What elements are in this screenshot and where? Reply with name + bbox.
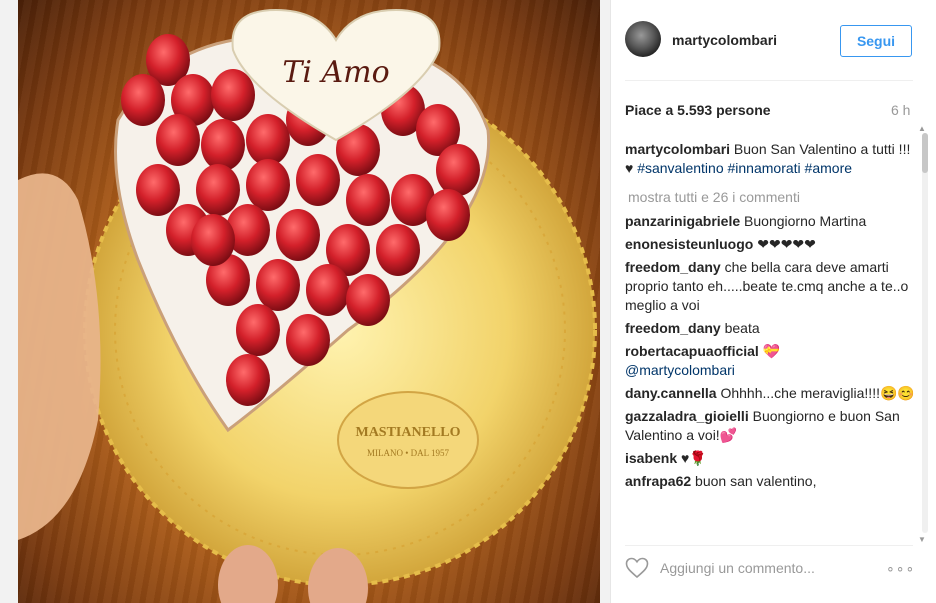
scroll-up-arrow-icon[interactable]: ▲ (918, 124, 926, 133)
avatar[interactable] (625, 21, 661, 57)
likes-count[interactable]: Piace a 5.593 persone (625, 102, 771, 118)
comment-item: panzarinigabriele Buongiorno Martina (625, 212, 915, 231)
footer-divider (625, 545, 913, 546)
comment-username[interactable]: isabenk (625, 450, 677, 466)
comment-item: gazzaladra_gioielli Buongiorno e buon Sa… (625, 407, 915, 445)
strawberry (196, 164, 240, 216)
strawberry (256, 259, 300, 311)
mention-link[interactable]: @martycolombari (625, 362, 735, 378)
scrollbar-thumb[interactable] (922, 133, 928, 173)
topper-text: Ti Amo (282, 55, 389, 90)
comment-item: robertacapuaofficial 💝 @martycolombari (625, 342, 915, 380)
comment-text: buon san valentino, (691, 473, 817, 489)
strawberry (276, 209, 320, 261)
comment-username[interactable]: freedom_dany (625, 259, 721, 275)
strawberry (286, 314, 330, 366)
comment-username[interactable]: freedom_dany (625, 320, 721, 336)
strawberry (376, 224, 420, 276)
comment-username[interactable]: dany.cannella (625, 385, 717, 401)
page-gutter-left (0, 0, 18, 603)
post-username[interactable]: martycolombari (672, 32, 777, 48)
strawberry (426, 189, 470, 241)
caption: martycolombari Buon San Valentino a tutt… (625, 140, 915, 178)
post-photo[interactable]: MASTIANELLO MILANO • DAL 1957 Ti Amo (18, 0, 600, 603)
comment-input[interactable]: Aggiungi un commento... (660, 560, 815, 576)
hashtag-link[interactable]: #innamorati (728, 160, 801, 176)
cake-brand-stamp: MASTIANELLO (355, 425, 460, 440)
page-gutter-right (600, 0, 610, 603)
comment-item: enonesisteunluogo ❤❤❤❤❤ (625, 235, 915, 254)
comment-item: freedom_dany beata (625, 319, 915, 338)
strawberry (201, 119, 245, 171)
comment-username[interactable]: enonesisteunluogo (625, 236, 753, 252)
cake-illustration: MASTIANELLO MILANO • DAL 1957 Ti Amo (18, 8, 597, 603)
hashtag-link[interactable]: #sanvalentino (637, 160, 723, 176)
strawberry (156, 114, 200, 166)
comment-item: freedom_dany che bella cara deve amarti … (625, 258, 915, 315)
comments-scrollbar[interactable] (922, 133, 928, 533)
comment-text: Buongiorno Martina (740, 213, 867, 229)
comment-item: isabenk ♥🌹 (625, 449, 915, 468)
strawberry (436, 144, 480, 196)
comment-item: anfrapa62 buon san valentino, (625, 472, 915, 491)
comment-text: ❤❤❤❤❤ (753, 236, 816, 252)
heart-outline-icon[interactable] (625, 557, 649, 579)
comment-text: Ohhhh...che meraviglia!!!!😆😊 (716, 385, 915, 401)
scroll-down-arrow-icon[interactable]: ▼ (918, 535, 926, 544)
post-time[interactable]: 6 h (891, 102, 910, 118)
strawberry (346, 174, 390, 226)
comment-username[interactable]: robertacapuaofficial (625, 343, 759, 359)
post-side-panel: martycolombari Segui Piace a 5.593 perso… (610, 0, 936, 603)
caption-username[interactable]: martycolombari (625, 141, 730, 157)
strawberry (346, 274, 390, 326)
strawberry (191, 214, 235, 266)
strawberry (236, 304, 280, 356)
cake-brand-subtitle: MILANO • DAL 1957 (367, 448, 450, 458)
strawberry (296, 154, 340, 206)
comment-username[interactable]: gazzaladra_gioielli (625, 408, 749, 424)
comment-username[interactable]: panzarinigabriele (625, 213, 740, 229)
strawberry (226, 354, 270, 406)
hashtag-link[interactable]: #amore (805, 160, 852, 176)
follow-button[interactable]: Segui (840, 25, 912, 57)
comment-username[interactable]: anfrapa62 (625, 473, 691, 489)
more-options-icon[interactable]: ∘∘∘ (886, 560, 915, 577)
comment-text: beata (720, 320, 760, 336)
strawberry (306, 264, 350, 316)
strawberry (211, 69, 255, 121)
comment-text: 💝 (758, 343, 781, 359)
comments-list: martycolombari Buon San Valentino a tutt… (625, 140, 915, 533)
strawberry (136, 164, 180, 216)
post-header: martycolombari Segui (611, 0, 936, 80)
strawberry (246, 114, 290, 166)
header-divider (625, 80, 913, 81)
comment-item: dany.cannella Ohhhh...che meraviglia!!!!… (625, 384, 915, 403)
strawberry (246, 159, 290, 211)
strawberry (121, 74, 165, 126)
comment-text: ♥🌹 (677, 450, 707, 466)
show-all-comments-link[interactable]: mostra tutti e 26 i commenti (628, 189, 915, 205)
